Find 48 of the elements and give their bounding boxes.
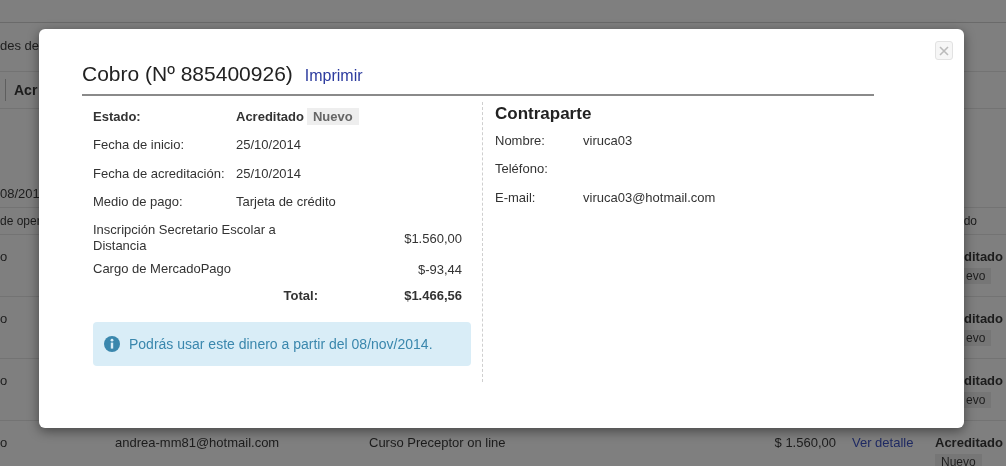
status-text: ditado — [964, 373, 1003, 388]
item-description: Inscripción Secretario Escolar a Distancia — [93, 222, 277, 254]
status-badge: Nuevo — [935, 454, 982, 466]
table-cell-text: o — [0, 435, 9, 450]
close-icon — [939, 45, 949, 56]
status-text: ditado — [964, 311, 1003, 326]
field-value: 25/10/2014 — [236, 165, 302, 181]
section-title: Contraparte — [495, 104, 593, 124]
table-cell-text: o — [0, 249, 9, 264]
item-amount: $-93,44 — [417, 261, 462, 277]
table-cell-text: $ 1.560,00 — [773, 435, 836, 450]
page-heading: des de — [0, 38, 40, 53]
close-button[interactable] — [935, 41, 953, 60]
table-cell-text: andrea-mm81@hotmail.com — [115, 435, 281, 450]
column-header: de oper — [0, 214, 41, 228]
field-label: Medio de pago: — [93, 194, 184, 210]
total-amount: $1.466,56 — [403, 287, 462, 303]
field-label: Estado: — [93, 108, 142, 124]
info-icon — [104, 336, 120, 352]
field-label: Teléfono: — [495, 161, 549, 177]
field-label: Nombre: — [495, 132, 546, 148]
status-badge: Nuevo — [306, 107, 359, 125]
field-value: viruca03@hotmail.com — [583, 189, 716, 205]
print-link[interactable]: Imprimir — [304, 67, 363, 85]
dialog-title: Cobro (Nº 885400926) — [82, 62, 293, 86]
field-value: Tarjeta de crédito — [236, 194, 336, 210]
field-label: Fecha de acreditación: — [93, 165, 226, 181]
field-value: 25/10/2014 — [236, 137, 302, 153]
status-badge: evo — [964, 268, 992, 284]
item-amount: $1.560,00 — [404, 230, 462, 246]
column-header: do — [963, 214, 977, 228]
alert-text: Podrás usar este dinero a partir del 08/nov/2014. — [129, 336, 433, 352]
total-label: Total: — [282, 287, 318, 303]
status-badge: evo — [964, 330, 992, 346]
field-label: Fecha de inicio: — [93, 137, 186, 153]
tab[interactable]: Acr — [14, 82, 38, 98]
status-text: Acreditado — [935, 435, 1003, 450]
table-cell-text: Curso Preceptor on line — [369, 435, 507, 450]
detail-link[interactable]: Ver detalle — [852, 435, 935, 450]
status-badge: evo — [964, 392, 992, 408]
status-value: Acreditado — [236, 108, 304, 124]
status-text: ditado — [964, 249, 1003, 264]
date-text: 08/201 — [0, 186, 40, 201]
table-cell-text: o — [0, 373, 9, 388]
table-cell-text: o — [0, 311, 9, 326]
item-description: Cargo de MercadoPago — [93, 261, 233, 277]
field-value: viruca03 — [583, 132, 633, 148]
field-label: E-mail: — [495, 189, 537, 205]
